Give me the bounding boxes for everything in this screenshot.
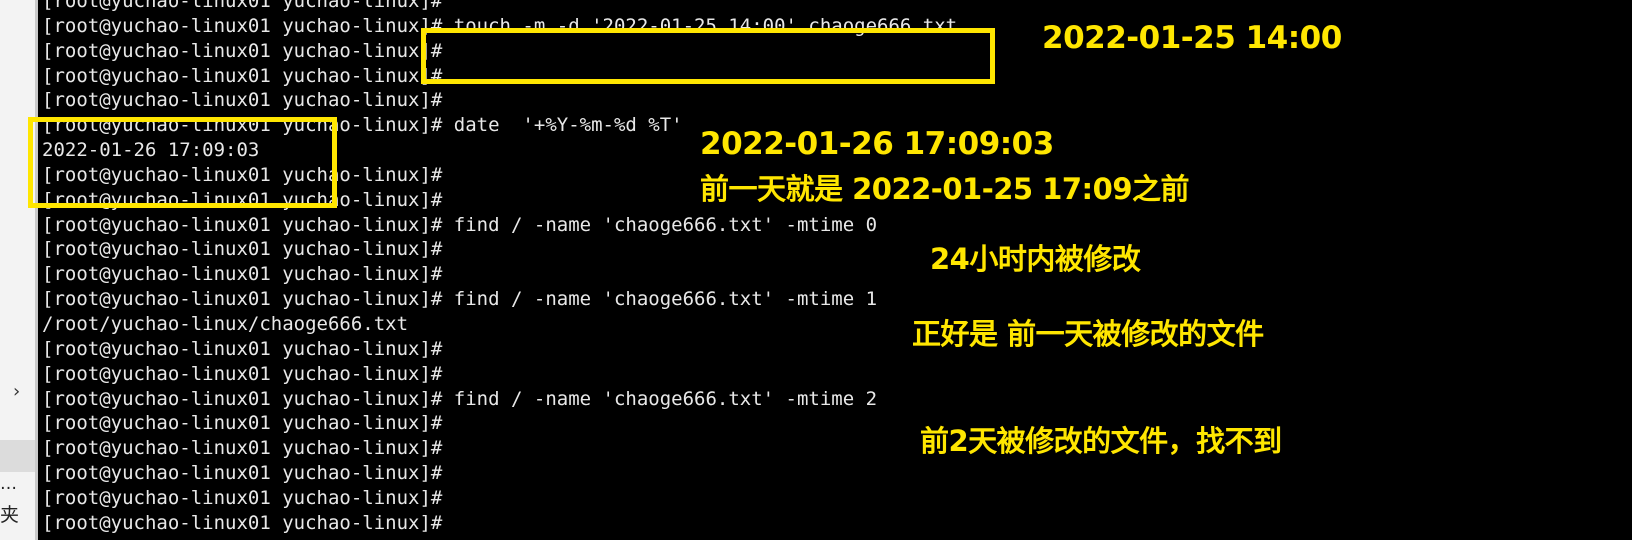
terminal-line: [root@yuchao-linux01 yuchao-linux]# <box>42 89 443 112</box>
terminal-line: [root@yuchao-linux01 yuchao-linux]# <box>42 511 443 534</box>
terminal-line: [root@yuchao-linux01 yuchao-linux]# find… <box>42 213 878 236</box>
terminal-line: [root@yuchao-linux01 yuchao-linux]# <box>42 462 443 485</box>
annotation-date-output: 2022-01-26 17:09:03 <box>700 126 1054 162</box>
highlight-box-date-output <box>28 117 337 208</box>
terminal-line: [root@yuchao-linux01 yuchao-linux]# <box>42 486 443 509</box>
terminal-line: [root@yuchao-linux01 yuchao-linux]# find… <box>42 387 878 410</box>
terminal-line: [root@yuchao-linux01 yuchao-linux]# <box>42 362 443 385</box>
annotation-one-day-before: 前一天就是 2022-01-25 17:09之前 <box>700 172 1190 206</box>
terminal-line: [root@yuchao-linux01 yuchao-linux]# <box>42 437 443 460</box>
terminal-line: [root@yuchao-linux01 yuchao-linux]# <box>42 238 443 261</box>
terminal-line: /root/yuchao-linux/chaoge666.txt <box>42 312 409 335</box>
chevron-right-icon[interactable]: › <box>13 381 20 402</box>
side-panel-text-1: … <box>0 474 17 494</box>
side-panel-text-2: 夹 <box>0 504 20 526</box>
side-panel: › … 夹 <box>0 0 38 540</box>
terminal-line: [root@yuchao-linux01 yuchao-linux]# <box>42 263 443 286</box>
terminal-line: [root@yuchao-linux01 yuchao-linux]# <box>42 0 443 12</box>
terminal-line: [root@yuchao-linux01 yuchao-linux]# <box>42 337 443 360</box>
terminal-line: [root@yuchao-linux01 yuchao-linux]# find… <box>42 288 878 311</box>
terminal-line: [root@yuchao-linux01 yuchao-linux]# <box>42 412 443 435</box>
annotation-touch-time: 2022-01-25 14:00 <box>1042 20 1342 56</box>
annotation-mtime-1: 正好是 前一天被修改的文件 <box>912 317 1264 351</box>
annotation-mtime-0: 24小时内被修改 <box>930 242 1141 276</box>
selected-item-band[interactable] <box>0 440 35 472</box>
annotation-mtime-2: 前2天被修改的文件，找不到 <box>920 424 1282 458</box>
highlight-box-touch-command <box>421 28 995 84</box>
panel-divider[interactable] <box>35 0 38 540</box>
